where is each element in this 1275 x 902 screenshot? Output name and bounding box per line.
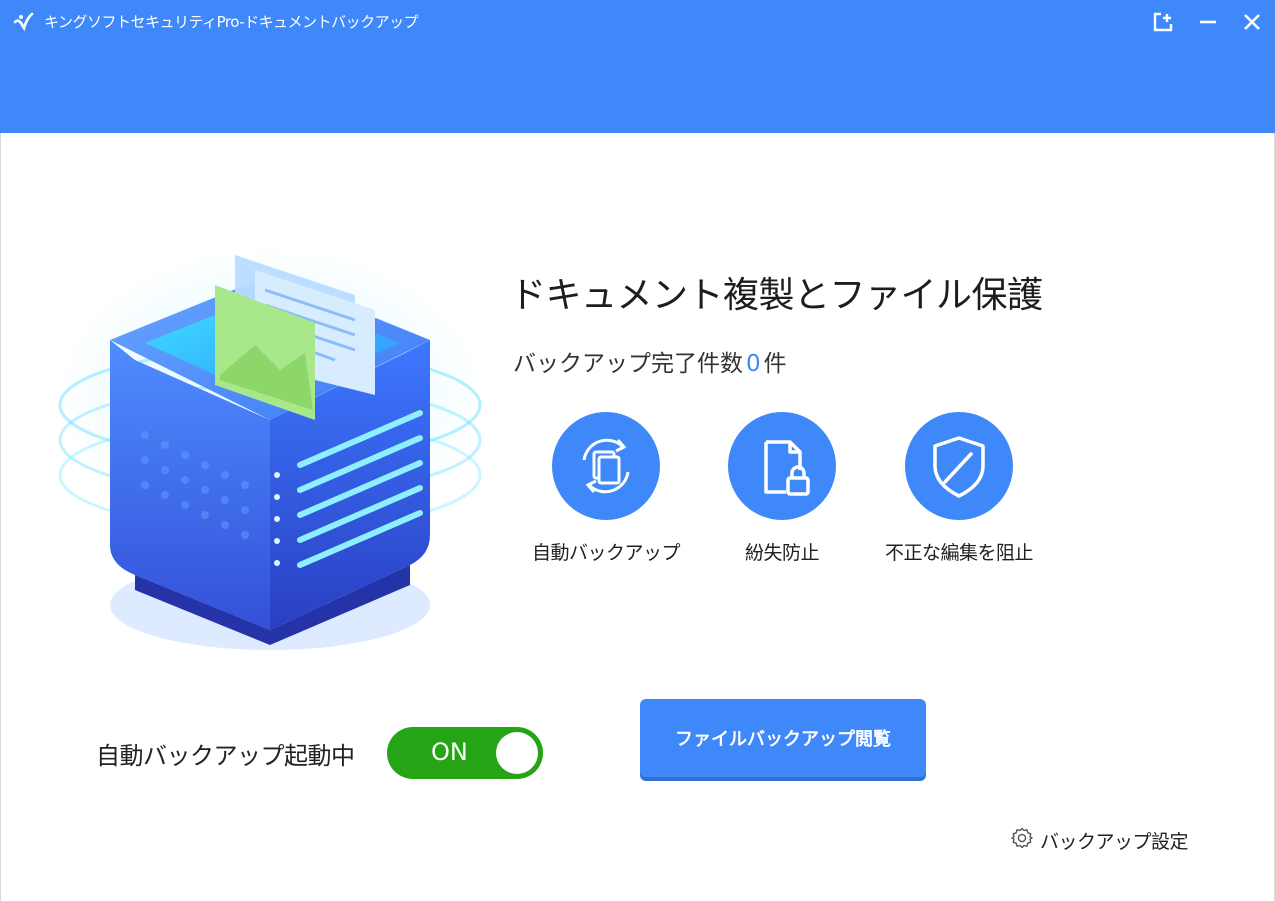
auto-backup-toggle[interactable]: ON: [387, 727, 543, 779]
feature-loss-prevention: 紛失防止: [692, 412, 872, 565]
backup-settings-label: バックアップ設定: [1040, 830, 1189, 853]
app-logo-icon: [12, 10, 36, 34]
feature-label: 不正な編集を阻止: [884, 542, 1034, 564]
browse-backup-files-button[interactable]: ファイルバックアップ閲覧: [640, 699, 926, 777]
feature-tamper-protection: 不正な編集を阻止: [869, 412, 1049, 565]
file-lock-icon: [728, 412, 836, 520]
backup-server-illustration: [55, 235, 495, 675]
minimize-icon[interactable]: [1196, 10, 1220, 34]
backup-count-unit: 件: [763, 351, 787, 377]
feature-auto-backup: 自動バックアップ: [516, 412, 696, 565]
backup-count: バックアップ完了件数 0 件: [513, 344, 787, 378]
toggle-state-text: ON: [431, 738, 468, 766]
title-bar: キングソフトセキュリティPro-ドキュメントバックアップ: [0, 0, 1275, 133]
page-title: ドキュメント複製とファイル保護: [510, 275, 1043, 316]
shield-icon: [905, 412, 1013, 520]
backup-count-value: 0: [746, 351, 761, 377]
backup-settings-link[interactable]: バックアップ設定: [1010, 826, 1189, 854]
new-window-icon[interactable]: [1151, 10, 1175, 34]
auto-backup-icon: [552, 412, 660, 520]
toggle-knob: [496, 732, 538, 774]
feature-label: 自動バックアップ: [531, 542, 681, 564]
close-icon[interactable]: [1240, 10, 1264, 34]
auto-backup-status-label: 自動バックアップ起動中: [96, 742, 355, 770]
feature-label: 紛失防止: [744, 542, 820, 564]
backup-count-label: バックアップ完了件数: [513, 351, 743, 377]
gear-icon: [1010, 826, 1034, 854]
window-title: キングソフトセキュリティPro-ドキュメントバックアップ: [44, 13, 419, 31]
